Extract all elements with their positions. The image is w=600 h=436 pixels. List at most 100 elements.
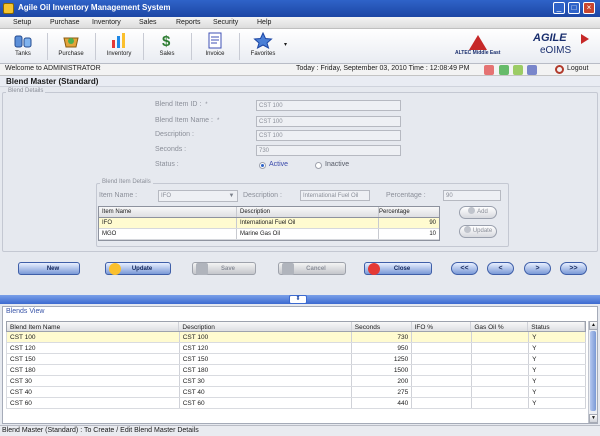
- previous-record-button[interactable]: <: [487, 262, 514, 275]
- toolbar-sales-button[interactable]: $ Sales: [144, 31, 190, 62]
- status-inactive-radio[interactable]: [315, 162, 322, 169]
- menu-reports[interactable]: Reports: [176, 19, 201, 26]
- toolbar-favorites-button[interactable]: Favorites: [240, 31, 286, 62]
- close-window-button[interactable]: ×: [583, 2, 595, 14]
- column-header[interactable]: Percentage: [379, 207, 439, 217]
- status-text: Blend Master (Standard) : To Create / Ed…: [2, 427, 199, 434]
- ifo-percent-cell: [412, 343, 473, 353]
- toolbar-purchase-button[interactable]: Purchase: [48, 31, 94, 62]
- new-button[interactable]: New: [18, 262, 80, 275]
- info-bar: Welcome to ADMINISTRATOR Today : Friday,…: [0, 64, 600, 76]
- description-cell: CST 120: [180, 343, 353, 353]
- blend-item-table: Item Name Description Percentage IFO Int…: [98, 206, 440, 241]
- column-header[interactable]: Blend Item Name: [7, 322, 180, 331]
- column-header[interactable]: Item Name: [99, 207, 237, 217]
- item-name-cell: MGO: [99, 229, 237, 239]
- logout-link[interactable]: Logout: [567, 65, 588, 72]
- description-cell: Marine Gas Oil: [237, 229, 379, 239]
- update-item-button[interactable]: Update: [459, 225, 497, 238]
- forward-arrow-icon[interactable]: [513, 65, 523, 75]
- description-cell: CST 180: [180, 365, 353, 375]
- column-header[interactable]: IFO %: [412, 322, 472, 331]
- blend-item-name-field[interactable]: CST 100: [256, 116, 401, 127]
- table-row[interactable]: CST 100 CST 100 730 Y: [6, 332, 586, 343]
- gas-oil-percent-cell: [472, 398, 530, 408]
- menu-security[interactable]: Security: [213, 19, 238, 26]
- screen-title-bar: Blend Master (Standard): [0, 76, 600, 87]
- cancel-button[interactable]: Cancel: [278, 262, 346, 275]
- table-row[interactable]: CST 60 CST 60 440 Y: [6, 398, 586, 409]
- description-field[interactable]: CST 100: [256, 130, 401, 141]
- item-name-label: Item Name :: [99, 192, 138, 199]
- update-button-label: Update: [131, 266, 153, 272]
- menu-purchase[interactable]: Purchase: [50, 19, 80, 26]
- update-button[interactable]: Update: [105, 262, 171, 275]
- save-button[interactable]: Save: [192, 262, 256, 275]
- percentage-label: Percentage :: [386, 192, 426, 199]
- title-bar: Agile Oil Inventory Management System _ …: [0, 0, 600, 17]
- scroll-down-icon[interactable]: ▼: [589, 414, 598, 423]
- description-cell: CST 40: [180, 387, 353, 397]
- status-cell: Y: [529, 343, 586, 353]
- splitter-grip-icon[interactable]: ⬍: [289, 295, 307, 304]
- status-inactive-label: Inactive: [325, 161, 350, 168]
- blend-details-title: Blend Details: [6, 88, 46, 94]
- table-row[interactable]: MGO Marine Gas Oil 10: [99, 229, 439, 240]
- add-item-button[interactable]: Add: [459, 206, 497, 219]
- update-item-label: Update: [472, 228, 493, 234]
- toolbar-tanks-button[interactable]: Tanks: [0, 31, 46, 62]
- app-icon: [3, 3, 14, 14]
- column-header[interactable]: Seconds: [352, 322, 412, 331]
- blend-item-id-field[interactable]: CST 100: [256, 100, 401, 111]
- scroll-up-icon[interactable]: ▲: [589, 321, 598, 330]
- column-header[interactable]: Gas Oil %: [471, 322, 529, 331]
- percentage-field[interactable]: 90: [443, 190, 501, 201]
- menu-setup[interactable]: Setup: [13, 19, 31, 26]
- table-row[interactable]: CST 120 CST 120 950 Y: [6, 343, 586, 354]
- help-icon[interactable]: [527, 65, 537, 75]
- menu-help[interactable]: Help: [257, 19, 271, 26]
- seconds-field[interactable]: 730: [256, 145, 401, 156]
- blends-table: Blend Item Name Description Seconds IFO …: [6, 321, 586, 409]
- table-row[interactable]: CST 180 CST 180 1500 Y: [6, 365, 586, 376]
- toolbar-invoice-button[interactable]: Invoice: [192, 31, 238, 62]
- item-name-cell: IFO: [99, 218, 237, 228]
- toolbar-inventory-button[interactable]: Inventory: [96, 31, 142, 62]
- panel-splitter[interactable]: ⬍: [0, 295, 600, 304]
- table-row[interactable]: IFO International Fuel Oil 90: [99, 218, 439, 229]
- gas-oil-percent-cell: [472, 343, 530, 353]
- last-record-button[interactable]: >>: [560, 262, 587, 275]
- next-record-button[interactable]: >: [524, 262, 551, 275]
- logout-icon[interactable]: [555, 65, 564, 74]
- home-icon[interactable]: [484, 65, 494, 75]
- column-header[interactable]: Description: [179, 322, 352, 331]
- status-bar: Blend Master (Standard) : To Create / Ed…: [0, 425, 600, 436]
- minimize-button[interactable]: _: [553, 2, 565, 14]
- item-description-field[interactable]: International Fuel Oil: [300, 190, 370, 201]
- menu-bar: Setup Purchase Inventory Sales Reports S…: [0, 17, 600, 29]
- column-header[interactable]: Description: [237, 207, 379, 217]
- table-row[interactable]: CST 40 CST 40 275 Y: [6, 387, 586, 398]
- back-arrow-icon[interactable]: [499, 65, 509, 75]
- inventory-icon: [112, 33, 125, 48]
- item-name-select[interactable]: IFO ▼: [158, 190, 238, 202]
- menu-sales[interactable]: Sales: [139, 19, 157, 26]
- column-header[interactable]: Status: [528, 322, 585, 331]
- scroll-thumb[interactable]: [590, 331, 596, 411]
- status-cell: Y: [529, 354, 586, 364]
- save-button-label: Save: [220, 266, 235, 272]
- window-title: Agile Oil Inventory Management System: [18, 3, 171, 12]
- vertical-scrollbar[interactable]: ▲ ▼: [588, 321, 598, 423]
- first-record-button[interactable]: <<: [451, 262, 478, 275]
- menu-inventory[interactable]: Inventory: [92, 19, 121, 26]
- table-row[interactable]: CST 150 CST 150 1250 Y: [6, 354, 586, 365]
- status-cell: Y: [529, 398, 586, 408]
- blend-item-details-title: Blend Item Details: [100, 179, 153, 185]
- maximize-button[interactable]: □: [568, 2, 580, 14]
- close-button[interactable]: Close: [364, 262, 432, 275]
- table-row[interactable]: CST 30 CST 30 200 Y: [6, 376, 586, 387]
- status-active-radio[interactable]: [259, 162, 266, 169]
- favorites-dropdown-icon[interactable]: ▾: [284, 41, 287, 48]
- seconds-label: Seconds :: [155, 146, 187, 153]
- seconds-cell: 275: [352, 387, 413, 397]
